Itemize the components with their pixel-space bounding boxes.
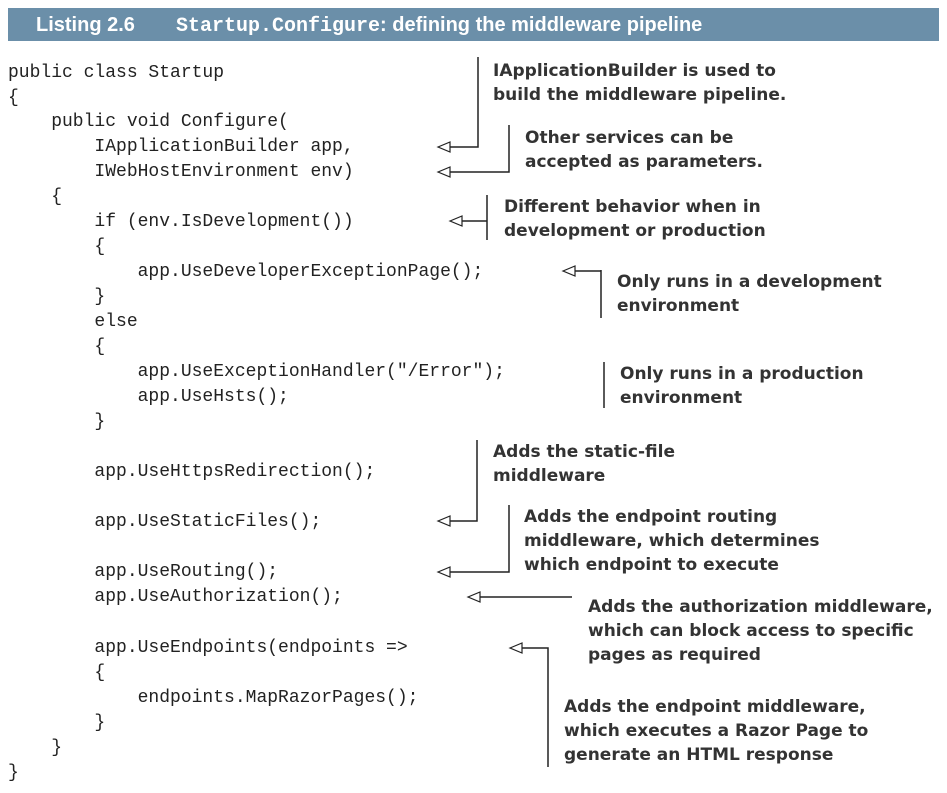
annotation-other-services: Other services can be accepted as parame…: [525, 128, 763, 172]
annotation-development-only: Only runs in a development environment: [617, 272, 882, 316]
annotation-app-builder: IApplicationBuilder is used to build the…: [493, 61, 787, 105]
callout-arrowhead: [466, 591, 481, 603]
annotation-static-files: Adds the static-file middleware: [493, 442, 675, 486]
annotation-endpoint-routing: Adds the endpoint routing middleware, wh…: [524, 507, 820, 575]
callout-line: [448, 57, 479, 148]
annotation-production-only: Only runs in a production environment: [620, 364, 864, 408]
callout-arrowhead: [561, 265, 576, 277]
annotation-different-behavior: Different behavior when in development o…: [504, 197, 766, 241]
callout-line: [448, 440, 478, 522]
callout-arrowhead: [448, 215, 463, 227]
callout-arrowhead: [436, 515, 451, 527]
annotation-endpoint-middleware: Adds the endpoint middleware, which exec…: [564, 697, 869, 765]
callout-arrowhead: [436, 166, 451, 178]
annotation-authorization: Adds the authorization middleware, which…: [588, 597, 933, 665]
callout-line: [520, 647, 549, 767]
callout-line: [573, 270, 602, 318]
callout-line: [460, 195, 488, 240]
callout-arrowhead: [436, 566, 451, 578]
callout-line: [448, 505, 510, 573]
callout-arrowhead: [436, 141, 451, 153]
callout-arrowhead: [508, 642, 523, 654]
